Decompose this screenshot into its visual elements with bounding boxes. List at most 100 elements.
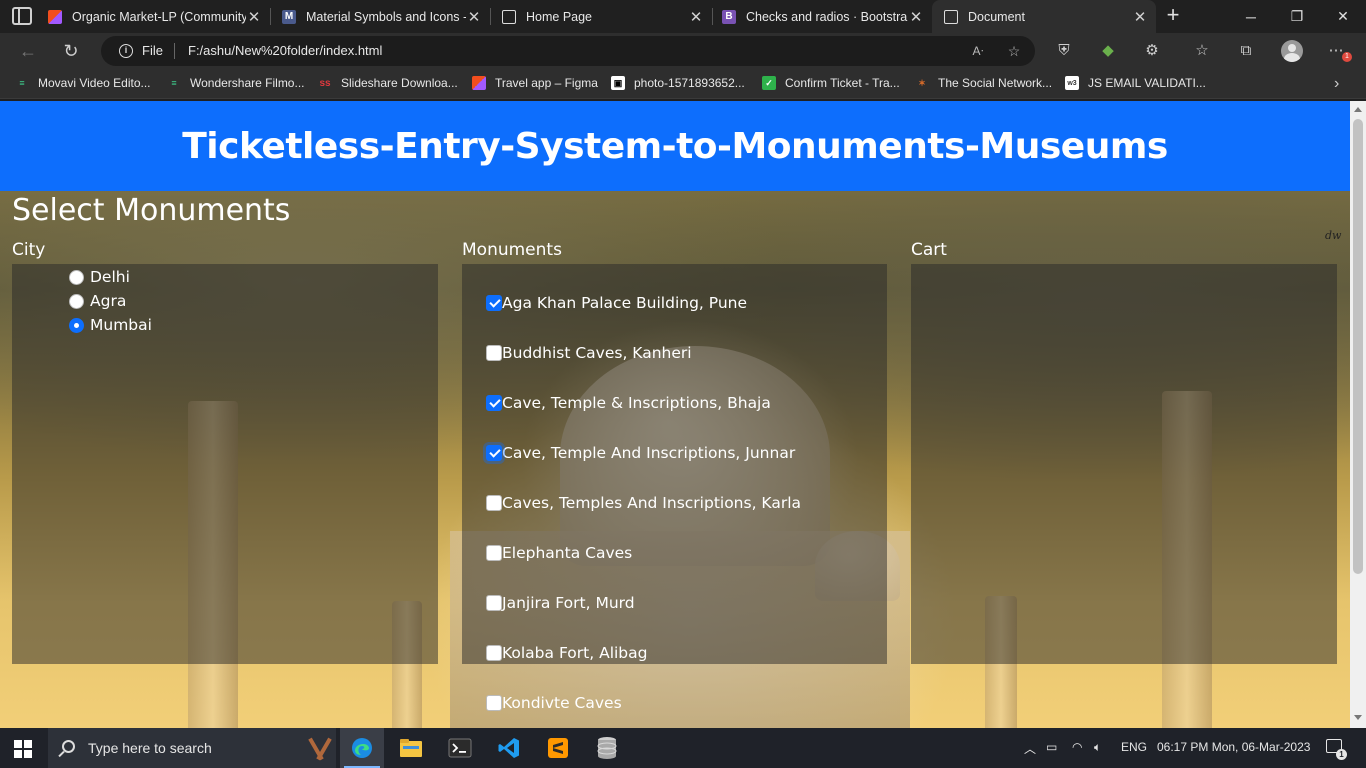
city-option-delhi[interactable]: Delhi (69, 268, 130, 286)
monument-label: Buddhist Caves, Kanheri (502, 344, 692, 362)
taskbar-search[interactable]: Type here to search (48, 728, 362, 768)
taskbar-terminal[interactable] (438, 728, 482, 768)
bookmark-movavi[interactable]: ≡ Movavi Video Edito... (15, 76, 150, 90)
checkbox-checked[interactable] (486, 395, 502, 411)
corner-watermark: dw (1325, 229, 1342, 242)
favorites-icon[interactable]: ☆ (1192, 41, 1212, 61)
monument-option[interactable]: Kolaba Fort, Alibag (486, 644, 648, 662)
city-option-mumbai[interactable]: Mumbai (69, 316, 152, 334)
radio-button[interactable] (69, 269, 84, 285)
slideshare-icon: ss (319, 77, 331, 89)
taskbar-file-explorer[interactable] (389, 728, 433, 768)
collections-icon[interactable]: ⧉ (1236, 41, 1256, 61)
close-window-icon[interactable]: ✕ (1320, 0, 1366, 33)
battery-icon[interactable]: ▭ (1046, 740, 1057, 754)
radio-button-selected[interactable] (69, 317, 84, 333)
bookmark-photo[interactable]: ▣ photo-1571893652... (611, 76, 745, 90)
monument-label: Cave, Temple & Inscriptions, Bhaja (502, 394, 771, 412)
page-viewport: Ticketless-Entry-System-to-Monuments-Mus… (0, 101, 1350, 728)
address-bar[interactable]: i File F:/ashu/New%20folder/index.html A… (101, 36, 1035, 66)
social-icon: ✶ (918, 77, 926, 88)
bookmark-slideshare[interactable]: ss Slideshare Downloa... (318, 76, 457, 90)
restore-icon[interactable]: ❐ (1274, 0, 1320, 33)
scroll-up-icon[interactable] (1354, 107, 1362, 112)
monument-option[interactable]: Buddhist Caves, Kanheri (486, 344, 692, 362)
monument-option[interactable]: Elephanta Caves (486, 544, 632, 562)
taskbar-edge[interactable] (340, 728, 384, 768)
tab-title: Organic Market-LP (Community (72, 9, 246, 24)
checkbox[interactable] (486, 495, 502, 511)
checkbox[interactable] (486, 595, 502, 611)
checkbox[interactable] (486, 345, 502, 361)
city-option-agra[interactable]: Agra (69, 292, 126, 310)
bookmark-label: photo-1571893652... (634, 76, 745, 90)
city-option-label: Delhi (90, 268, 130, 286)
taskbar-vscode[interactable] (487, 728, 531, 768)
monuments-label: Monuments (462, 240, 562, 260)
minimize-icon[interactable]: ─ (1228, 0, 1274, 33)
monument-option[interactable]: Aga Khan Palace Building, Pune (486, 294, 747, 312)
cart-panel (911, 264, 1337, 664)
scroll-down-icon[interactable] (1354, 715, 1362, 720)
tab-material-symbols[interactable]: M Material Symbols and Icons - ✕ (270, 0, 491, 33)
taskbar-clock[interactable]: 06:17 PM Mon, 06-Mar-2023 (1157, 740, 1310, 754)
shield-icon[interactable]: ⛨ (1054, 41, 1074, 61)
bookmark-travel-figma[interactable]: Travel app – Figma (472, 76, 598, 90)
checkbox[interactable] (486, 695, 502, 711)
taskbar-database[interactable] (585, 728, 629, 768)
close-tab-icon[interactable]: ✕ (688, 8, 704, 26)
address-separator (174, 43, 175, 59)
monument-option[interactable]: Cave, Temple & Inscriptions, Bhaja (486, 394, 771, 412)
add-favorite-icon[interactable]: ☆ (1005, 42, 1023, 60)
bookmark-social-network[interactable]: ✶ The Social Network... (915, 76, 1052, 90)
bookmarks-bar: ≡ Movavi Video Edito... ≡ Wondershare Fi… (0, 69, 1366, 99)
url-scheme: File (142, 43, 163, 58)
monument-label: Kolaba Fort, Alibag (502, 644, 648, 662)
scroll-thumb[interactable] (1353, 119, 1363, 574)
show-hidden-icons-icon[interactable]: ︿ (1024, 740, 1036, 757)
monument-option[interactable]: Janjira Fort, Murd (486, 594, 635, 612)
monument-option[interactable]: Kondivte Caves (486, 694, 622, 712)
bookmark-filmora[interactable]: ≡ Wondershare Filmo... (167, 76, 304, 90)
bookmark-confirm-ticket[interactable]: ✓ Confirm Ticket - Tra... (762, 76, 900, 90)
monument-label: Kondivte Caves (502, 694, 622, 712)
tab-document[interactable]: Document ✕ (932, 0, 1156, 33)
read-aloud-icon[interactable]: Aᐧ (969, 42, 987, 60)
checkbox-checked-focused[interactable] (486, 445, 502, 461)
checkbox[interactable] (486, 645, 502, 661)
url-text[interactable]: F:/ashu/New%20folder/index.html (188, 43, 382, 58)
close-tab-icon[interactable]: ✕ (246, 8, 262, 26)
info-icon[interactable]: i (119, 44, 133, 58)
extensions-icon[interactable]: ⚙ (1142, 41, 1162, 61)
close-tab-icon[interactable]: ✕ (908, 8, 924, 26)
city-panel: Delhi Agra Mumbai (12, 264, 438, 664)
tab-checks-radios[interactable]: B Checks and radios · Bootstrap ✕ (712, 0, 932, 33)
new-tab-icon[interactable]: + (1162, 4, 1184, 28)
monument-option[interactable]: Caves, Temples And Inscriptions, Karla (486, 494, 801, 512)
wifi-icon[interactable]: ◠ (1072, 740, 1082, 754)
volume-icon[interactable]: 🔈︎ (1094, 740, 1101, 755)
taskbar-sublime[interactable] (536, 728, 580, 768)
close-tab-icon[interactable]: ✕ (1132, 8, 1148, 26)
radio-button[interactable] (69, 293, 84, 309)
language-indicator[interactable]: ENG (1121, 740, 1147, 754)
tab-strip: Organic Market-LP (Community ✕ M Materia… (0, 0, 1366, 33)
monument-option[interactable]: Cave, Temple And Inscriptions, Junnar (486, 444, 795, 462)
checkbox[interactable] (486, 545, 502, 561)
tab-home-page[interactable]: Home Page ✕ (490, 0, 713, 33)
checkbox-checked[interactable] (486, 295, 502, 311)
profile-avatar[interactable] (1281, 40, 1303, 62)
bookmark-js-email[interactable]: w3 JS EMAIL VALIDATI... (1065, 76, 1206, 90)
page-scrollbar[interactable] (1350, 101, 1366, 728)
close-tab-icon[interactable]: ✕ (466, 8, 482, 26)
city-option-label: Mumbai (90, 316, 152, 334)
windows-start-icon[interactable] (14, 740, 32, 758)
tab-organic-market[interactable]: Organic Market-LP (Community ✕ (48, 0, 271, 33)
chevron-right-icon[interactable]: › (1334, 75, 1339, 93)
windows-taskbar: Type here to search ︿ ▭ ◠ 🔈︎ ENG 06:17 P… (0, 728, 1366, 768)
page-icon (502, 9, 516, 24)
extension-colorful-icon[interactable]: ◆ (1098, 41, 1118, 61)
back-icon[interactable]: ← (15, 39, 41, 63)
refresh-icon[interactable]: ↻ (58, 39, 84, 63)
tab-actions-icon[interactable] (12, 7, 32, 25)
